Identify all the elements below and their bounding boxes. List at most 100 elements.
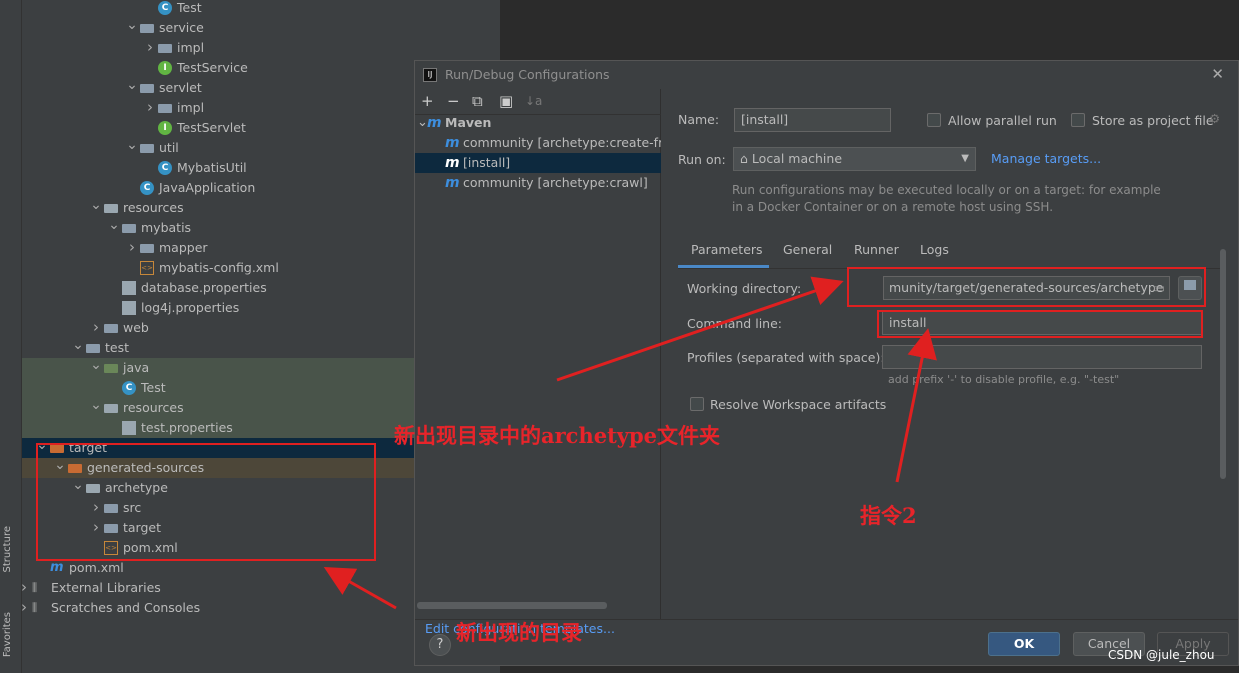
tab-general[interactable]: General xyxy=(783,242,832,257)
chevron-down-icon[interactable]: ⌄ xyxy=(72,478,84,498)
chevron-down-icon[interactable]: ⌄ xyxy=(90,398,102,418)
chevron-down-icon[interactable]: ⌄ xyxy=(126,78,138,98)
tree-row-label: log4j.properties xyxy=(141,300,240,315)
chevron-right-icon[interactable]: › xyxy=(22,598,30,618)
left-tool-strip: Structure Favorites xyxy=(0,0,22,673)
tree-row-label: pom.xml xyxy=(69,560,124,575)
store-project-checkbox[interactable] xyxy=(1071,113,1085,127)
chevron-down-icon[interactable]: ⌄ xyxy=(90,198,102,218)
tree-row-label: Test xyxy=(141,380,166,395)
config-label: Maven xyxy=(445,115,492,130)
chevron-down-icon[interactable]: ⌄ xyxy=(36,438,48,458)
config-item[interactable]: m community [archetype:crawl] xyxy=(415,173,661,193)
open-folder-icon[interactable]: ▭ xyxy=(1153,277,1165,299)
chevron-right-icon[interactable]: › xyxy=(144,38,156,58)
config-toolbar: + − ⧉ ▣ ↓a xyxy=(415,89,661,115)
allow-parallel-checkbox[interactable] xyxy=(927,113,941,127)
dialog-title: Run/Debug Configurations xyxy=(445,67,610,82)
chevron-down-icon[interactable]: ⌄ xyxy=(108,218,120,238)
apply-button[interactable]: Apply xyxy=(1157,632,1229,656)
maven-icon: m xyxy=(50,560,64,575)
command-line-input[interactable]: install xyxy=(882,311,1202,335)
chevron-right-icon[interactable]: › xyxy=(22,578,30,598)
folder-icon xyxy=(122,224,136,233)
ok-button[interactable]: OK xyxy=(988,632,1060,656)
chevron-right-icon[interactable]: › xyxy=(90,518,102,538)
dialog-button-bar: ? OK Cancel Apply xyxy=(415,619,1238,665)
resolve-workspace-checkbox[interactable] xyxy=(690,397,704,411)
tree-row-label: archetype xyxy=(105,480,168,495)
module-dir-button[interactable] xyxy=(1178,276,1202,300)
config-label: community [archetype:crawl] xyxy=(463,175,648,190)
tree-row-label: test.properties xyxy=(141,420,233,435)
interface-icon: I xyxy=(158,121,172,135)
maven-icon: m xyxy=(445,175,460,191)
folder-icon xyxy=(86,344,100,353)
chevron-down-icon[interactable]: ⌄ xyxy=(126,138,138,158)
tree-row[interactable]: ⌄ service xyxy=(22,18,500,38)
manage-targets-link[interactable]: Manage targets... xyxy=(991,151,1101,166)
close-icon[interactable]: ✕ xyxy=(1211,65,1224,83)
tree-row-label: web xyxy=(123,320,149,335)
folder-icon[interactable]: ▣ xyxy=(499,92,513,110)
tab-separator xyxy=(678,268,1220,269)
add-icon[interactable]: + xyxy=(421,92,434,110)
chevron-right-icon[interactable]: › xyxy=(126,238,138,258)
chevron-down-icon[interactable]: ⌄ xyxy=(72,338,84,358)
tree-row-label: servlet xyxy=(159,80,202,95)
tree-row-label: target xyxy=(123,520,162,535)
chevron-down-icon[interactable]: ⌄ xyxy=(126,18,138,38)
name-label: Name: xyxy=(678,112,720,127)
allow-parallel-label: Allow parallel run xyxy=(948,113,1057,128)
properties-file-icon xyxy=(122,421,136,435)
run-on-select[interactable]: ⌂ Local machine ▼ xyxy=(733,147,976,171)
tree-row[interactable]: C Test xyxy=(22,0,500,18)
working-directory-input[interactable]: munity/target/generated-sources/archetyp… xyxy=(883,276,1170,300)
home-icon: ⌂ xyxy=(740,151,748,166)
tree-row-label: TestService xyxy=(177,60,248,75)
tab-parameters[interactable]: Parameters xyxy=(691,242,763,257)
resource-folder-icon xyxy=(104,204,118,213)
config-item[interactable]: m community [archetype:create-fro xyxy=(415,133,661,153)
name-input[interactable]: [install] xyxy=(734,108,891,132)
profiles-input[interactable] xyxy=(882,345,1202,369)
chevron-down-icon[interactable]: ⌄ xyxy=(90,358,102,378)
tree-row-label: External Libraries xyxy=(51,580,161,595)
structure-tab[interactable]: Structure xyxy=(2,526,13,573)
working-directory-label: Working directory: xyxy=(687,281,802,296)
chevron-right-icon[interactable]: › xyxy=(144,98,156,118)
config-item[interactable]: m [install] xyxy=(415,153,661,173)
xml-file-icon: <> xyxy=(104,541,118,555)
chevron-right-icon[interactable]: › xyxy=(90,498,102,518)
favorites-tab[interactable]: Favorites xyxy=(2,612,13,657)
tree-row-label: src xyxy=(123,500,142,515)
chevron-down-icon[interactable]: ⌄ xyxy=(54,458,66,478)
tab-runner[interactable]: Runner xyxy=(854,242,899,257)
tree-row-label: impl xyxy=(177,40,205,55)
properties-file-icon xyxy=(122,301,136,315)
gear-icon[interactable]: ⚙ xyxy=(1209,111,1220,126)
screen: Structure Favorites C Test ⌄ service › impl I T… xyxy=(0,0,1239,673)
tree-row-label: mybatis xyxy=(141,220,192,235)
horizontal-scrollbar[interactable] xyxy=(417,602,607,609)
resolve-workspace-label: Resolve Workspace artifacts xyxy=(710,397,887,412)
help-button[interactable]: ? xyxy=(429,634,451,656)
configuration-list-pane: + − ⧉ ▣ ↓a ⌄ m Maven m community [archetype:… xyxy=(415,89,661,636)
library-icon: ⫼ xyxy=(32,581,38,594)
sort-icon[interactable]: ↓a xyxy=(525,94,542,108)
config-group-maven[interactable]: ⌄ m Maven xyxy=(415,113,661,133)
remove-icon[interactable]: − xyxy=(447,92,460,110)
cancel-button[interactable]: Cancel xyxy=(1073,632,1145,656)
source-folder-icon xyxy=(104,364,118,373)
vertical-scrollbar[interactable] xyxy=(1220,249,1226,479)
intellij-logo-icon: IJ xyxy=(423,68,437,82)
tree-row[interactable]: › impl xyxy=(22,38,500,58)
chevron-right-icon[interactable]: › xyxy=(90,318,102,338)
store-project-label: Store as project file xyxy=(1092,113,1214,128)
copy-icon[interactable]: ⧉ xyxy=(472,92,483,110)
target-folder-icon xyxy=(50,444,64,453)
folder-icon xyxy=(140,84,154,93)
tab-logs[interactable]: Logs xyxy=(920,242,949,257)
library-icon: ⫼ xyxy=(32,601,38,614)
interface-icon: I xyxy=(158,61,172,75)
